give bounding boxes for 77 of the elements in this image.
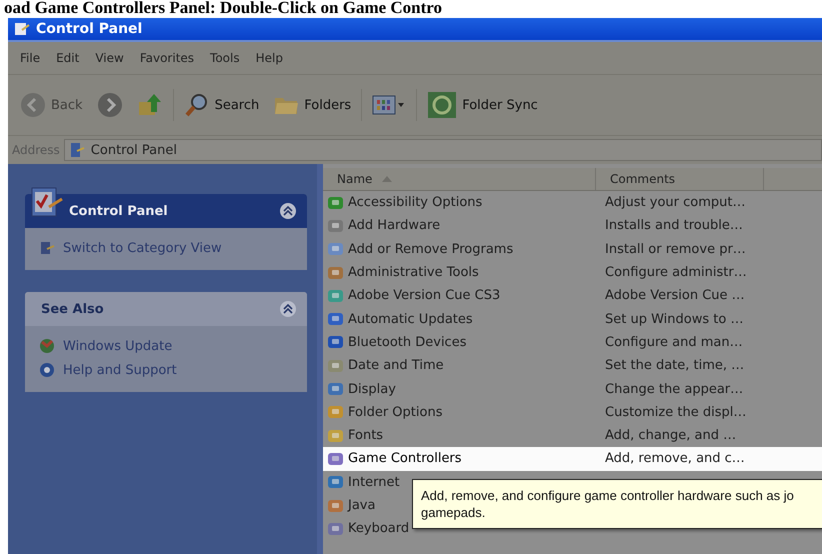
item-name[interactable]: Game Controllers bbox=[348, 451, 462, 466]
search-button[interactable]: Search bbox=[180, 90, 264, 120]
folder-up-icon bbox=[136, 92, 163, 118]
item-name[interactable]: Add Hardware bbox=[348, 218, 440, 234]
selected-row[interactable]: Game Controllers Add, remove, and c… bbox=[323, 447, 822, 471]
menu-item[interactable]: Tools bbox=[202, 49, 248, 67]
task-panel-title: See Also bbox=[41, 302, 104, 316]
sync-icon bbox=[427, 91, 458, 119]
applet-icon bbox=[327, 474, 345, 490]
task-link[interactable]: Switch to Category View bbox=[39, 240, 293, 256]
column-header[interactable]: Name bbox=[323, 168, 596, 190]
task-panel-header[interactable]: Control Panel bbox=[25, 194, 307, 228]
applet-icon bbox=[327, 428, 345, 444]
item-comment: Customize the displ… bbox=[605, 404, 746, 420]
item-name[interactable]: Internet bbox=[348, 474, 400, 490]
item-comment: Configure administr… bbox=[605, 265, 747, 280]
task-link[interactable]: Help and Support bbox=[39, 362, 293, 378]
applet-icon bbox=[327, 498, 345, 514]
item-comment: Install or remove pr… bbox=[605, 242, 746, 257]
address-field[interactable]: Control Panel bbox=[64, 139, 822, 161]
item-name[interactable]: Folder Options bbox=[348, 404, 442, 420]
window-title: Control Panel bbox=[36, 21, 142, 37]
menu-item[interactable]: Help bbox=[248, 49, 291, 67]
item-name[interactable]: Fonts bbox=[348, 428, 384, 444]
control-panel-icon bbox=[14, 21, 30, 37]
item-name[interactable]: Adobe Version Cue CS3 bbox=[348, 288, 500, 304]
applet-icon bbox=[327, 264, 345, 281]
item-comment: Add, remove, and c… bbox=[605, 451, 745, 466]
item-name[interactable]: Java bbox=[348, 498, 376, 513]
applet-icon bbox=[327, 194, 345, 211]
menu-item[interactable]: Favorites bbox=[132, 49, 202, 67]
item-name[interactable]: Date and Time bbox=[348, 358, 444, 374]
item-comment: Configure and man… bbox=[605, 334, 743, 350]
applet-icon bbox=[327, 450, 345, 467]
menu-item[interactable]: Edit bbox=[48, 49, 88, 67]
control-panel-icon bbox=[68, 142, 85, 158]
item-name[interactable]: Add or Remove Programs bbox=[348, 242, 514, 257]
applet-icon bbox=[327, 334, 345, 350]
applet-icon bbox=[327, 311, 345, 328]
collapse-icon[interactable] bbox=[279, 300, 297, 318]
item-name[interactable]: Bluetooth Devices bbox=[348, 334, 466, 350]
item-name[interactable]: Automatic Updates bbox=[348, 312, 473, 327]
item-comment: Add, change, and … bbox=[605, 428, 736, 444]
item-comment: Set the date, time, … bbox=[605, 358, 744, 374]
applet-icon bbox=[327, 218, 345, 234]
item-comment: Set up Windows to … bbox=[605, 312, 744, 327]
item-comment: Change the appear… bbox=[605, 382, 744, 397]
sync-button[interactable]: Folder Sync bbox=[423, 89, 542, 121]
sort-arrow-icon bbox=[382, 176, 392, 182]
item-comment: Installs and trouble… bbox=[605, 218, 743, 234]
menu-item[interactable]: File bbox=[12, 49, 48, 67]
item-comment: Adobe Version Cue … bbox=[605, 288, 745, 304]
item-name[interactable]: Accessibility Options bbox=[348, 195, 482, 210]
task-panel-title: Control Panel bbox=[69, 204, 168, 218]
applet-icon bbox=[327, 241, 345, 258]
views-icon bbox=[372, 94, 406, 116]
applet-icon bbox=[327, 404, 345, 420]
search-icon bbox=[184, 92, 210, 118]
column-header[interactable]: Comments bbox=[596, 168, 764, 190]
item-name[interactable]: Display bbox=[348, 382, 396, 397]
globe-icon bbox=[39, 338, 55, 354]
task-link[interactable]: Windows Update bbox=[39, 338, 293, 354]
category-view-icon bbox=[39, 240, 55, 256]
task-panel-header[interactable]: See Also bbox=[25, 292, 307, 326]
caption: oad Game Controllers Panel: Double-Click on Game Contro bbox=[3, 0, 444, 18]
item-comment: Adjust your comput… bbox=[605, 195, 746, 210]
applet-icon bbox=[327, 288, 345, 304]
help-icon bbox=[39, 362, 55, 378]
item-name[interactable]: Keyboard bbox=[348, 521, 410, 536]
tooltip: Add, remove, and configure game controller hardware such as jo gamepads. bbox=[412, 479, 822, 529]
menu-item[interactable]: View bbox=[87, 49, 132, 67]
item-name[interactable]: Administrative Tools bbox=[348, 265, 479, 280]
applet-icon bbox=[327, 520, 345, 537]
folders-button[interactable]: Folders bbox=[269, 91, 356, 119]
applet-icon bbox=[327, 358, 345, 374]
applet-icon bbox=[327, 381, 345, 398]
collapse-icon[interactable] bbox=[279, 202, 297, 220]
